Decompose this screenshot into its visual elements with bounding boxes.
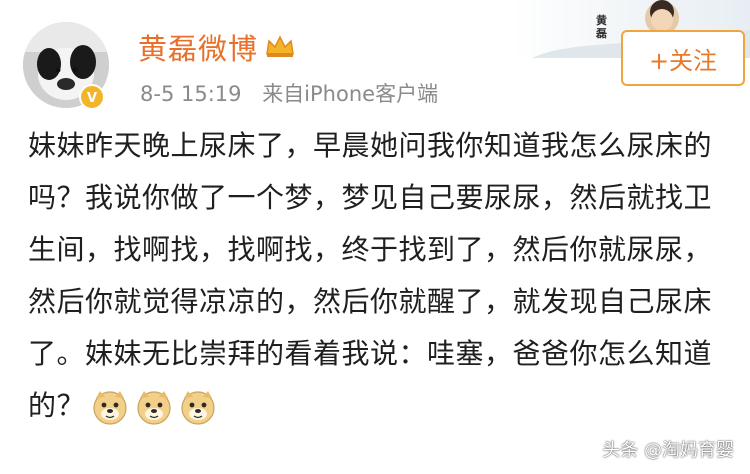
doge-emoji [91,388,129,426]
post-meta: 8-5 15:19 来自iPhone客户端 [140,78,438,108]
post-source[interactable]: 来自iPhone客户端 [262,82,438,106]
post-text: 妹妹昨天晚上尿床了，早晨她问我你知道我怎么尿床的吗？我说你做了一个梦，梦见自己要… [28,129,713,422]
author-name[interactable]: 黄磊微博 [138,26,258,68]
post-date: 8-5 15:19 [140,82,242,106]
cover-stamp: 黄 磊 [596,14,607,40]
svg-text:V: V [87,91,97,106]
follow-button[interactable]: +关注 [621,30,745,86]
verified-badge-icon: V [79,84,105,110]
doge-emoji [135,388,173,426]
crown-icon [266,35,294,57]
watermark: 头条 @淘妈育婴 [602,440,734,461]
doge-emoji [179,388,217,426]
post-body: 妹妹昨天晚上尿床了，早晨她问我你知道我怎么尿床的吗？我说你做了一个梦，梦见自己要… [28,120,728,432]
